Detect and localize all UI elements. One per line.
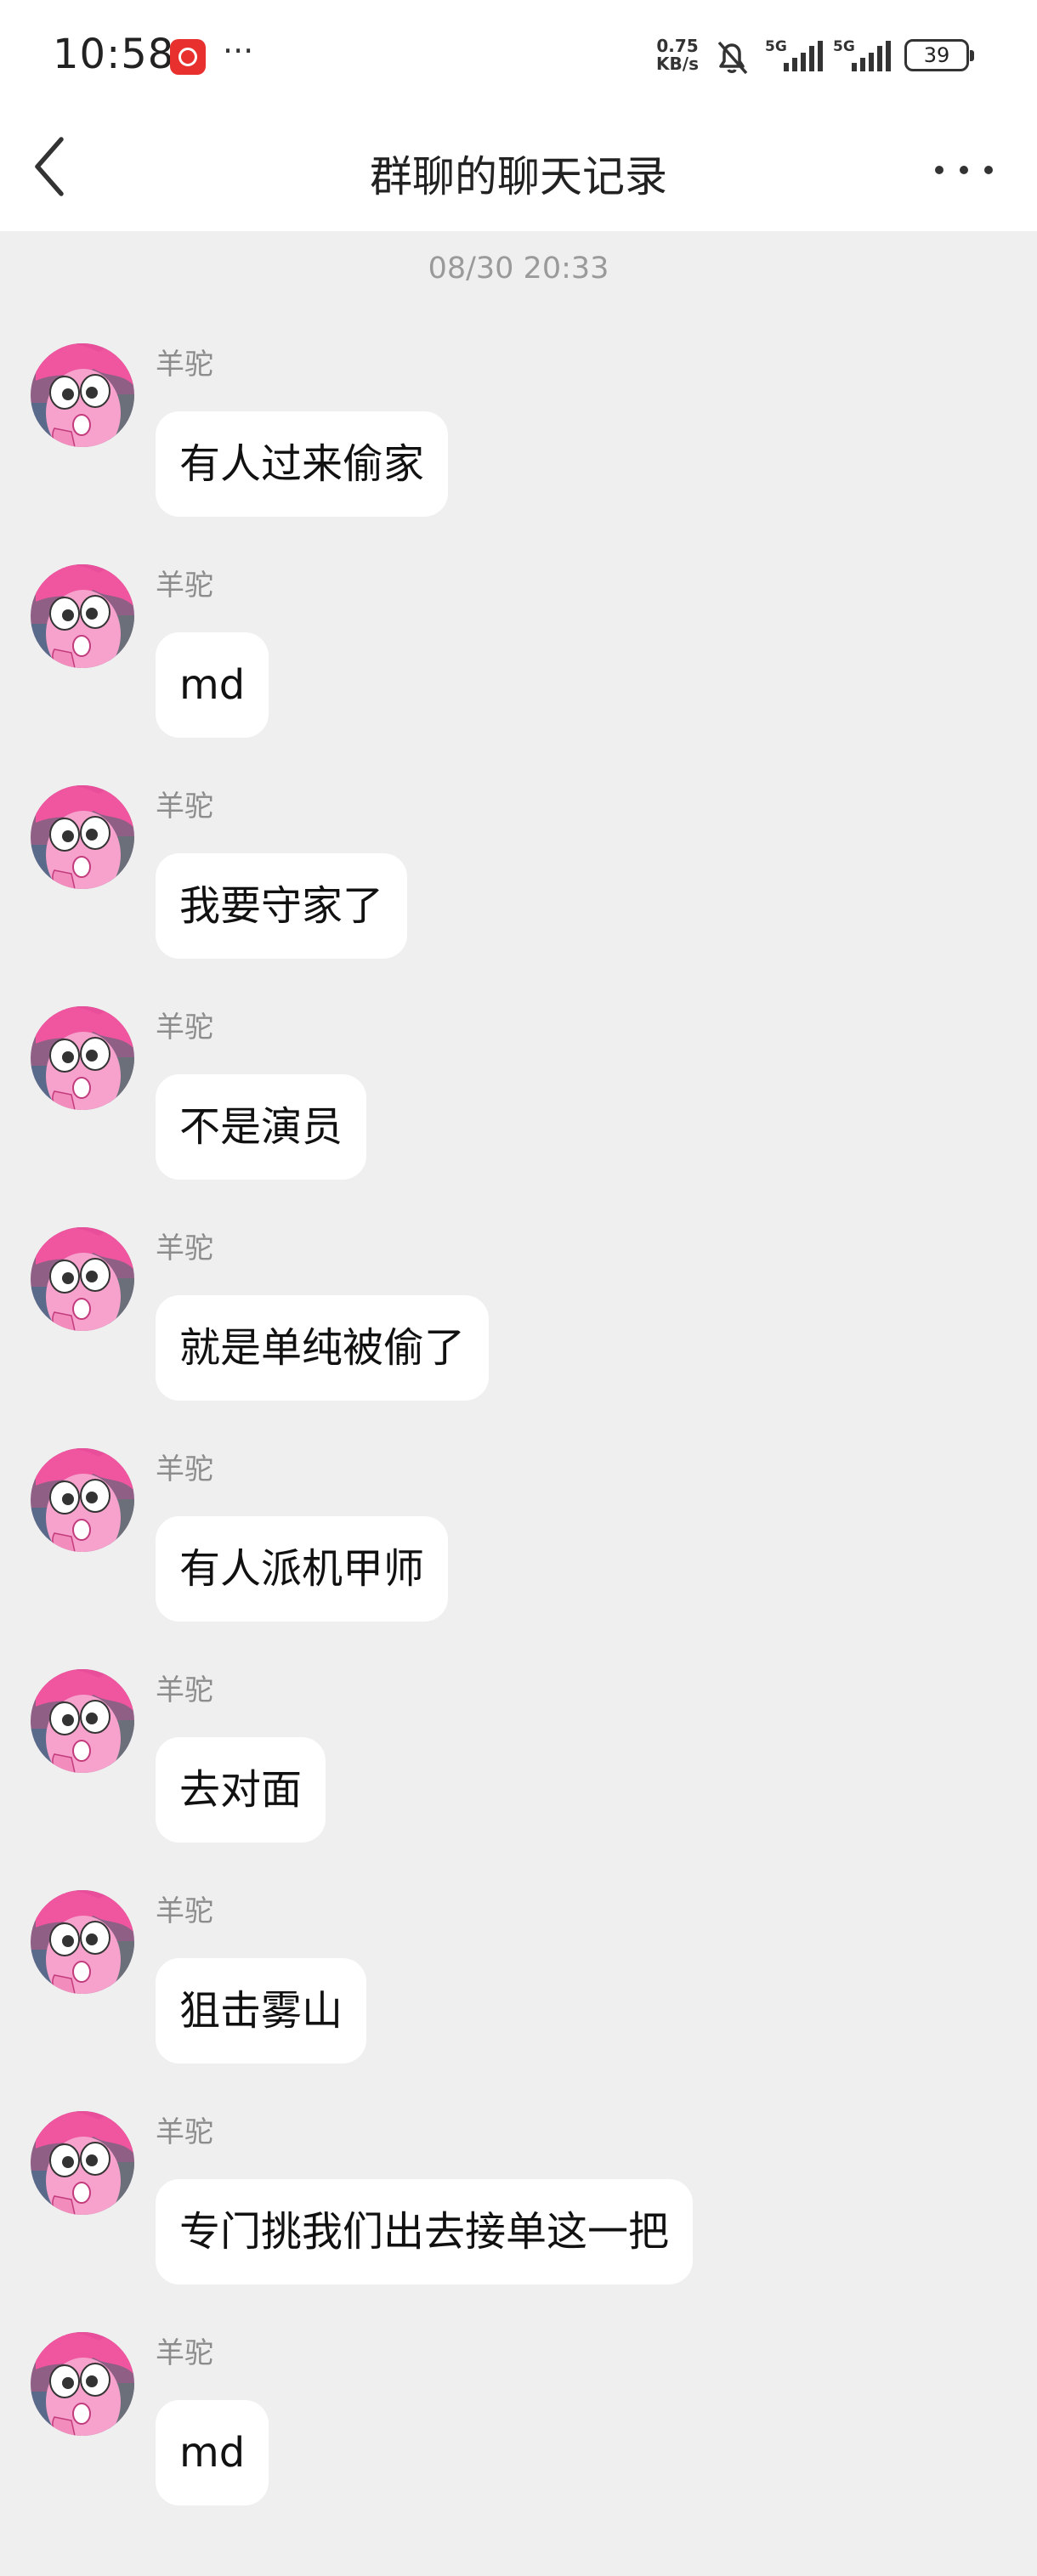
sender-name: 羊驼 — [156, 569, 213, 603]
sender-name: 羊驼 — [156, 2336, 213, 2370]
avatar[interactable] — [31, 1448, 134, 1552]
signal-type-label: 5G — [833, 38, 855, 55]
status-more-indicator: ··· — [223, 32, 254, 70]
message-item: 羊驼 有人派机甲师 — [0, 1448, 1037, 1661]
message-bubble[interactable]: 专门挑我们出去接单这一把 — [156, 2179, 694, 2284]
avatar[interactable] — [31, 1890, 134, 1994]
avatar[interactable] — [31, 1227, 134, 1331]
status-bar: 10:58 ··· 0.75 KB/s 5G 5G 39 — [0, 0, 1037, 110]
avatar[interactable] — [31, 343, 134, 447]
message-bubble[interactable]: md — [156, 632, 269, 738]
message-item: 羊驼 就是单纯被偷了 — [0, 1227, 1037, 1440]
avatar[interactable] — [31, 1669, 134, 1773]
message-bubble[interactable]: 我要守家了 — [156, 853, 408, 959]
cellular-signal-icon: 5G — [765, 38, 823, 71]
message-item: 羊驼专门挑我们出去接单这一把 — [0, 2111, 1037, 2324]
cellular-signal-icon: 5G — [833, 38, 891, 71]
message-bubble[interactable]: 有人过来偷家 — [156, 411, 449, 517]
network-speed-unit: KB/s — [656, 54, 699, 74]
battery-indicator: 39 — [904, 39, 974, 71]
page-title: 群聊的聊天记录 — [370, 152, 667, 201]
sender-name: 羊驼 — [156, 2115, 213, 2149]
sender-name: 羊驼 — [156, 1452, 213, 1486]
message-bubble[interactable]: 狙击雾山 — [156, 1958, 367, 2064]
message-bubble[interactable]: 就是单纯被偷了 — [156, 1295, 490, 1401]
avatar[interactable] — [31, 785, 134, 889]
message-bubble[interactable]: md — [156, 2400, 269, 2505]
message-item: 羊驼 去对面 — [0, 1669, 1037, 1882]
network-speed: 0.75 KB/s — [651, 37, 704, 73]
message-bubble[interactable]: 不是演员 — [156, 1074, 367, 1180]
network-speed-value: 0.75 — [656, 36, 699, 56]
message-item: 羊驼 我要守家了 — [0, 785, 1037, 998]
avatar[interactable] — [31, 564, 134, 668]
sender-name: 羊驼 — [156, 790, 213, 824]
chat-history[interactable]: 08/30 20:33 羊驼 有人过来偷家 羊驼 md 羊驼 我要守家了 羊驼 … — [0, 231, 1037, 2576]
bell-off-icon — [717, 41, 748, 75]
chevron-left-icon[interactable] — [31, 133, 82, 201]
sender-name: 羊驼 — [156, 1011, 213, 1045]
message-bubble[interactable]: 去对面 — [156, 1737, 326, 1843]
sender-name: 羊驼 — [156, 1894, 213, 1928]
message-item: 羊驼 不是演员 — [0, 1006, 1037, 1219]
sender-name: 羊驼 — [156, 348, 213, 382]
navigation-header: 群聊的聊天记录 — [0, 110, 1037, 231]
message-bubble[interactable]: 有人派机甲师 — [156, 1516, 449, 1622]
avatar[interactable] — [31, 2332, 134, 2436]
more-horizontal-icon[interactable] — [932, 153, 996, 187]
sender-name: 羊驼 — [156, 1231, 213, 1265]
message-item: 羊驼 md — [0, 2332, 1037, 2545]
netease-music-icon — [170, 39, 206, 75]
sender-name: 羊驼 — [156, 1673, 213, 1707]
status-time: 10:58 — [53, 31, 175, 78]
message-item: 羊驼 md — [0, 564, 1037, 777]
message-item: 羊驼 有人过来偷家 — [0, 343, 1037, 556]
signal-type-label: 5G — [765, 38, 787, 55]
message-timestamp: 08/30 20:33 — [428, 252, 609, 286]
message-item: 羊驼 狙击雾山 — [0, 1890, 1037, 2103]
avatar[interactable] — [31, 1006, 134, 1110]
avatar[interactable] — [31, 2111, 134, 2215]
